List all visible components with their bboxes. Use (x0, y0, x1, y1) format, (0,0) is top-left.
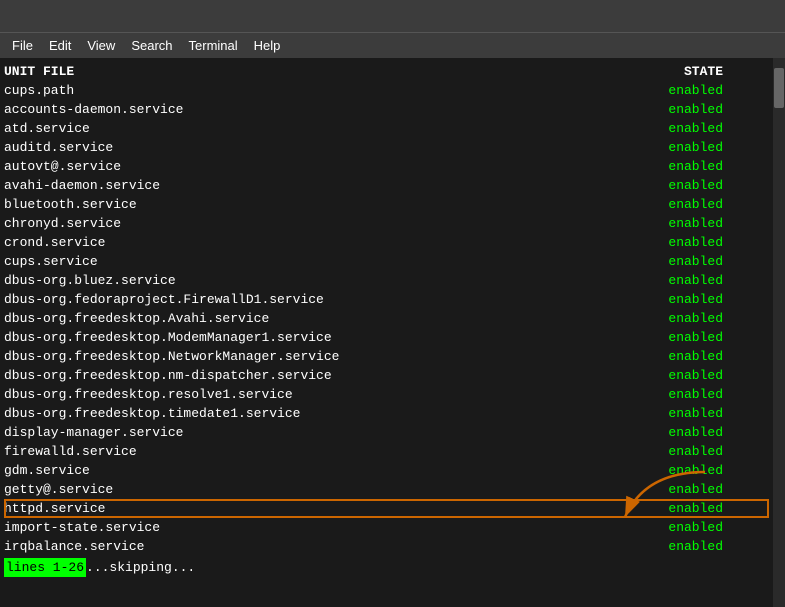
state-value: enabled (668, 480, 723, 499)
unit-name: dbus-org.freedesktop.timedate1.service (4, 404, 434, 423)
table-row: display-manager.service enabled (4, 423, 783, 442)
state-value: enabled (668, 385, 723, 404)
terminal-window[interactable]: UNIT FILESTATE cups.pathenabledaccounts-… (0, 58, 785, 607)
state-value: enabled (668, 176, 723, 195)
state-value: enabled (668, 138, 723, 157)
table-row: auditd.service enabled (4, 138, 783, 157)
unit-name: getty@.service (4, 480, 434, 499)
menu-search[interactable]: Search (123, 36, 180, 55)
state-value: enabled (668, 157, 723, 176)
state-value: enabled (668, 461, 723, 480)
table-row: dbus-org.freedesktop.nm-dispatcher.servi… (4, 366, 783, 385)
table-row: dbus-org.freedesktop.timedate1.service en… (4, 404, 783, 423)
unit-file: httpd.service enabled (4, 499, 783, 518)
unit-name: firewalld.service (4, 442, 434, 461)
state-value: enabled (668, 195, 723, 214)
unit-name: cups.service (4, 252, 434, 271)
state-value: enabled (668, 328, 723, 347)
unit-name: chronyd.service (4, 214, 434, 233)
state-value: enabled (668, 347, 723, 366)
menu-help[interactable]: Help (246, 36, 289, 55)
table-row: cups.service enabled (4, 252, 783, 271)
unit-name: dbus-org.fedoraproject.FirewallD1.servic… (4, 290, 434, 309)
table-row: irqbalance.service enabled (4, 537, 783, 556)
menu-terminal[interactable]: Terminal (181, 36, 246, 55)
table-row: firewalld.service enabled (4, 442, 783, 461)
state-value: enabled (668, 100, 723, 119)
table-row: autovt@.service enabled (4, 157, 783, 176)
table-row: crond.service enabled (4, 233, 783, 252)
state-value: enabled (668, 537, 723, 556)
status-line-row: lines 1-26 ...skipping... (4, 558, 783, 577)
scrollbar-thumb[interactable] (774, 68, 784, 108)
table-row: dbus-org.bluez.service enabled (4, 271, 783, 290)
state-value: enabled (668, 81, 723, 100)
unit-name: accounts-daemon.service (4, 100, 434, 119)
unit-name: avahi-daemon.service (4, 176, 434, 195)
state-value: enabled (668, 119, 723, 138)
table-row: atd.service enabled (4, 119, 783, 138)
unit-name: auditd.service (4, 138, 434, 157)
unit-name: import-state.service (4, 518, 434, 537)
state-value: enabled (668, 518, 723, 537)
menu-view[interactable]: View (79, 36, 123, 55)
menu-edit[interactable]: Edit (41, 36, 79, 55)
unit-name: irqbalance.service (4, 537, 434, 556)
state-value: enabled (668, 252, 723, 271)
unit-name: bluetooth.service (4, 195, 434, 214)
unit-name: cups.path (4, 81, 434, 100)
status-suffix: ...skipping... (86, 558, 195, 577)
table-row: avahi-daemon.service enabled (4, 176, 783, 195)
table-row: getty@.service enabled (4, 480, 783, 499)
unit-name: autovt@.service (4, 157, 434, 176)
unit-name: dbus-org.freedesktop.Avahi.service (4, 309, 434, 328)
unit-name: dbus-org.bluez.service (4, 271, 434, 290)
state-value: enabled (668, 271, 723, 290)
unit-name: dbus-org.freedesktop.resolve1.service (4, 385, 434, 404)
unit-name: gdm.service (4, 461, 434, 480)
table-row: httpd.service enabled (4, 499, 783, 518)
terminal-content: UNIT FILESTATE cups.pathenabledaccounts-… (4, 62, 783, 603)
unit-name: atd.service (4, 119, 434, 138)
unit-name: dbus-org.freedesktop.ModemManager1.servi… (4, 328, 434, 347)
table-row: chronyd.service enabled (4, 214, 783, 233)
state-value: enabled (668, 233, 723, 252)
unit-name: crond.service (4, 233, 434, 252)
state-value: enabled (668, 423, 723, 442)
state-value: enabled (668, 290, 723, 309)
scrollbar[interactable] (773, 58, 785, 607)
table-row: accounts-daemon.service enabled (4, 100, 783, 119)
table-row: dbus-org.freedesktop.ModemManager1.servi… (4, 328, 783, 347)
menu-bar: File Edit View Search Terminal Help (0, 32, 785, 58)
state-value: enabled (668, 404, 723, 423)
table-row: cups.path enabled (4, 81, 783, 100)
table-row: bluetooth.service enabled (4, 195, 783, 214)
table-row: gdm.service enabled (4, 461, 783, 480)
unit-name: dbus-org.freedesktop.nm-dispatcher.servi… (4, 366, 434, 385)
state-value: enabled (668, 442, 723, 461)
table-row: import-state.service enabled (4, 518, 783, 537)
table-row: dbus-org.freedesktop.Avahi.service enable… (4, 309, 783, 328)
unit-name: httpd.service (4, 499, 434, 518)
status-text: lines 1-26 (4, 558, 86, 577)
state-value: enabled (668, 214, 723, 233)
unit-name: dbus-org.freedesktop.NetworkManager.serv… (4, 347, 434, 366)
table-row: dbus-org.freedesktop.resolve1.service ena… (4, 385, 783, 404)
table-row: dbus-org.fedoraproject.FirewallD1.servic… (4, 290, 783, 309)
menu-file[interactable]: File (4, 36, 41, 55)
column-state-header: STATE (684, 62, 723, 81)
column-unit-header: UNIT FILE (4, 62, 434, 81)
header-line: UNIT FILE STATE (4, 62, 783, 81)
state-value: enabled (668, 499, 723, 518)
table-row: dbus-org.freedesktop.NetworkManager.serv… (4, 347, 783, 366)
rows-container: cups.path enabled accounts-daemon.service e… (4, 81, 783, 556)
title-bar (0, 0, 785, 32)
unit-name: display-manager.service (4, 423, 434, 442)
state-value: enabled (668, 309, 723, 328)
state-value: enabled (668, 366, 723, 385)
